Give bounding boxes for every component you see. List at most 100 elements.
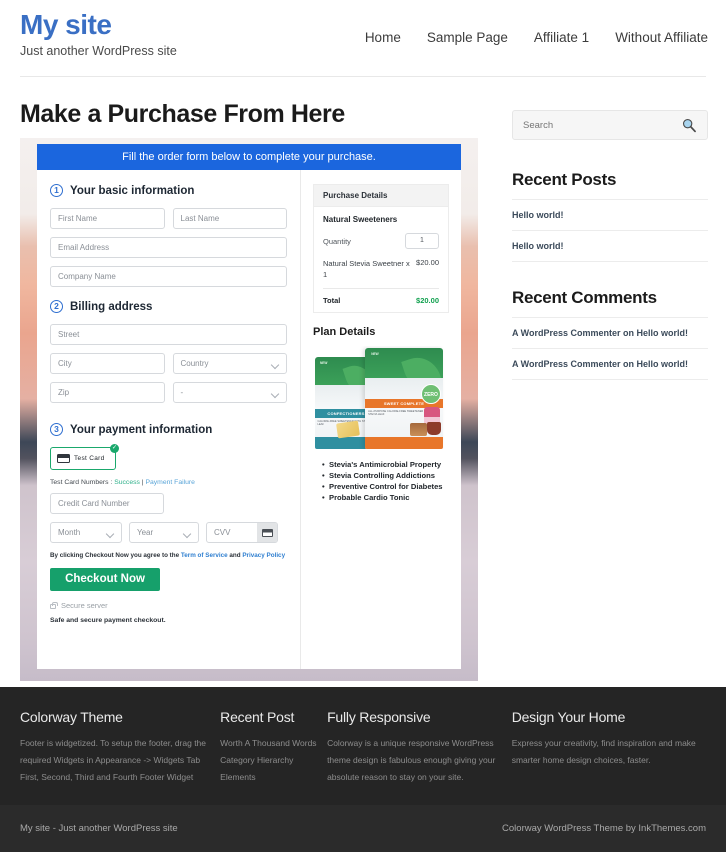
check-circle-icon: ✓	[110, 444, 119, 453]
test-card-numbers-note: Test Card Numbers : Success | Payment Fa…	[50, 479, 287, 486]
test-card-option[interactable]: Test Card ✓	[50, 444, 119, 470]
test-numbers-prefix: Test Card Numbers :	[50, 479, 115, 486]
terms-and: and	[227, 552, 243, 559]
recent-post-item[interactable]: Hello world!	[512, 200, 708, 231]
footer-column-title: Colorway Theme	[20, 709, 123, 725]
test-card-label: Test Card	[74, 455, 105, 462]
footer-column-colorway-theme: Colorway Theme Footer is widgetized. To …	[20, 709, 220, 786]
recent-posts-list: Hello world! Hello world!	[512, 200, 708, 262]
nav-item-sample-page[interactable]: Sample Page	[427, 30, 508, 45]
footer-post-item[interactable]: Elements	[220, 769, 327, 786]
test-payment-failure-link[interactable]: Payment Failure	[145, 479, 195, 486]
search-icon[interactable]	[681, 117, 697, 133]
product-name: Natural Sweeteners	[323, 215, 398, 224]
terms-of-service-link[interactable]: Term of Service	[181, 552, 228, 559]
street-input[interactable]: Street	[50, 324, 287, 345]
benefit-item: Probable Cardio Tonic	[322, 492, 449, 503]
quantity-row: Quantity 1	[323, 233, 439, 249]
recent-post-item[interactable]: Hello world!	[512, 231, 708, 262]
name-row: First Name Last Name	[50, 208, 287, 237]
step-2-title: Billing address	[70, 300, 153, 313]
footer-column-text: Footer is widgetized. To setup the foote…	[20, 738, 207, 782]
checkout-now-button[interactable]: Checkout Now	[50, 568, 160, 591]
benefit-item: Stevia's Antimicrobial Property	[322, 459, 449, 470]
footer-site-credit: My site - Just another WordPress site	[20, 823, 178, 834]
recent-comments-list: A WordPress Commenter on Hello world! A …	[512, 318, 708, 380]
footer-column-title: Fully Responsive	[327, 709, 431, 725]
nav-item-affiliate-1[interactable]: Affiliate 1	[534, 30, 589, 45]
pouch2-footer-band	[365, 437, 443, 449]
product-pouch-sweet-complete: NEW SWEET COMPLETE ALL-PURPOSE CALORIE-F…	[365, 348, 443, 449]
header-divider	[20, 76, 706, 77]
step-1-title: Your basic information	[70, 184, 195, 197]
plan-details-heading: Plan Details	[313, 326, 376, 338]
privacy-policy-link[interactable]: Privacy Policy	[242, 552, 285, 559]
expiry-month-select[interactable]: Month	[50, 522, 122, 543]
footer-column-fully-responsive: Fully Responsive Colorway is a unique re…	[327, 709, 512, 786]
zip-input[interactable]: Zip	[50, 382, 165, 403]
footer-post-item[interactable]: Worth A Thousand Words	[220, 735, 327, 752]
step-1-number: 1	[50, 184, 63, 197]
state-select[interactable]: -	[172, 382, 287, 403]
recent-comment-item[interactable]: A WordPress Commenter on Hello world!	[512, 318, 708, 349]
total-value: $20.00	[416, 296, 439, 305]
order-form-background: Fill the order form below to complete yo…	[20, 138, 478, 681]
company-name-input[interactable]: Company Name	[50, 266, 287, 287]
email-input[interactable]: Email Address	[50, 237, 287, 258]
footer-column-recent-post: Recent Post Worth A Thousand Words Categ…	[220, 709, 327, 786]
zip-state-row: Zip -	[50, 382, 287, 411]
recent-comment-item[interactable]: A WordPress Commenter on Hello world!	[512, 349, 708, 380]
total-label: Total	[323, 296, 341, 305]
purchase-details-card: Purchase Details Natural Sweeteners Quan…	[313, 184, 449, 313]
city-country-row: City Country	[50, 353, 287, 382]
order-form-left-column: 1 Your basic information First Name Last…	[37, 170, 301, 669]
nav-item-home[interactable]: Home	[365, 30, 401, 45]
cvv-help-button[interactable]	[257, 523, 277, 542]
step-3-number: 3	[50, 423, 63, 436]
credit-card-number-input[interactable]: Credit Card Number	[50, 493, 164, 514]
test-success-link[interactable]: Success	[114, 479, 140, 486]
footer-theme-credit[interactable]: Colorway WordPress Theme by InkThemes.co…	[502, 823, 706, 834]
card-back-icon	[261, 528, 273, 537]
credit-card-icon	[57, 454, 70, 463]
quantity-input[interactable]: 1	[405, 233, 439, 249]
purchase-details-divider	[323, 288, 439, 289]
purchase-details-heading: Purchase Details	[314, 185, 448, 207]
footer-column-text: Colorway is a unique responsive WordPres…	[327, 738, 496, 782]
city-input[interactable]: City	[50, 353, 165, 374]
country-select[interactable]: Country	[172, 353, 287, 374]
safe-checkout-note: Safe and secure payment checkout.	[50, 617, 166, 624]
terms-agreement-text: By clicking Checkout Now you agree to th…	[50, 552, 287, 559]
order-form-card: Fill the order form below to complete yo…	[37, 144, 461, 669]
sidebar: Recent Posts Hello world! Hello world! R…	[512, 110, 708, 380]
search-widget[interactable]	[512, 110, 708, 140]
first-name-input[interactable]: First Name	[50, 208, 165, 229]
footer-post-item[interactable]: Category Hierarchy	[220, 752, 327, 769]
benefit-item: Preventive Control for Diabetes	[322, 481, 449, 492]
step-2-number: 2	[50, 300, 63, 313]
step-3-header: 3 Your payment information	[50, 423, 287, 436]
cvv-field-group[interactable]: CVV	[206, 522, 278, 543]
footer-recent-post-list: Worth A Thousand Words Category Hierarch…	[220, 735, 327, 786]
terms-prefix: By clicking Checkout Now you agree to th…	[50, 552, 181, 559]
site-branding[interactable]: My site Just another WordPress site	[20, 8, 177, 59]
footer-column-title: Design Your Home	[511, 709, 626, 725]
secure-server-label: Secure server	[61, 601, 108, 610]
expiry-cvv-row: Month Year CVV	[50, 522, 287, 543]
cake-slice-graphic	[410, 422, 428, 436]
expiry-year-select[interactable]: Year	[129, 522, 199, 543]
step-2-header: 2 Billing address	[50, 300, 287, 313]
site-footer: Colorway Theme Footer is widgetized. To …	[0, 687, 726, 805]
order-form-banner: Fill the order form below to complete yo…	[37, 144, 461, 170]
secure-server-row: Secure server	[50, 601, 287, 610]
cvv-input[interactable]: CVV	[207, 528, 257, 537]
site-title: My site	[20, 9, 112, 40]
nav-item-without-affiliate[interactable]: Without Affiliate	[615, 30, 708, 45]
quantity-label: Quantity	[323, 236, 351, 246]
last-name-input[interactable]: Last Name	[172, 208, 287, 229]
search-input[interactable]	[523, 119, 681, 131]
coffee-cup-graphic	[427, 421, 441, 435]
footer-column-title: Recent Post	[220, 709, 295, 725]
product-image: NEW CONFECTIONERS CALORIE-FREE SWEETENER…	[313, 346, 455, 449]
primary-navigation: Home Sample Page Affiliate 1 Without Aff…	[365, 30, 708, 45]
